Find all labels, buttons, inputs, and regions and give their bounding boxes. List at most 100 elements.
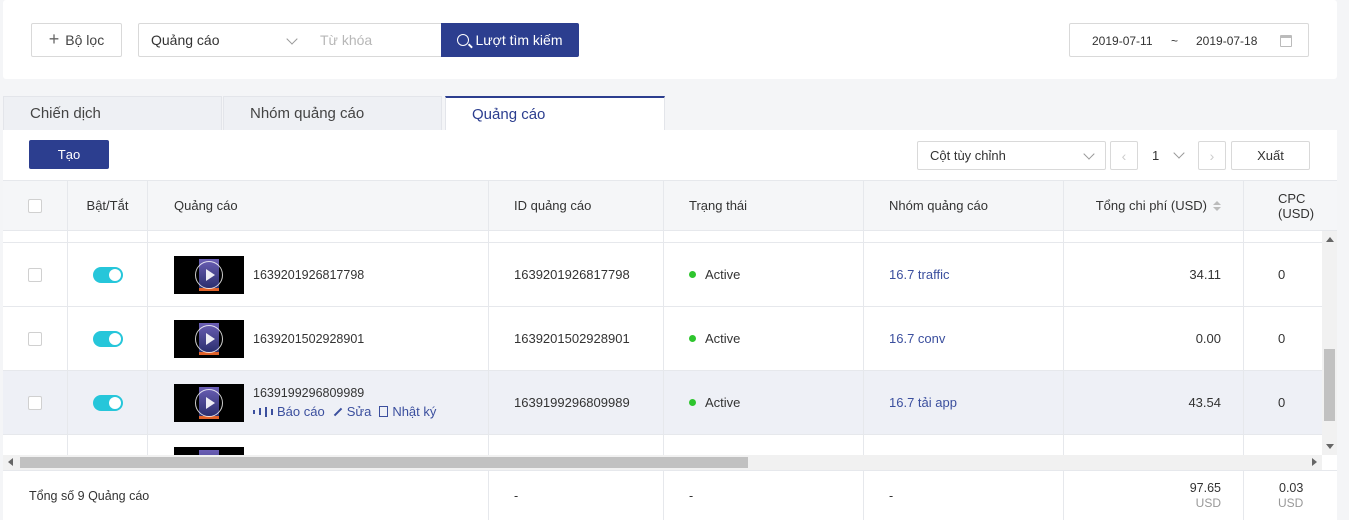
total-cost-sum: 97.65 USD [1189,480,1221,510]
date-end: 2019-07-18 [1196,34,1258,48]
header-status: Trạng thái [664,181,864,230]
date-range-picker[interactable]: 2019-07-11 ~ 2019-07-18 [1069,23,1309,57]
scroll-thumb[interactable] [20,457,748,468]
table-footer: Tổng số 9 Quảng cáo - - - 97.65 USD 0.03… [3,470,1337,520]
next-page-button[interactable]: › [1198,141,1226,170]
chevron-left-icon: ‹ [1121,147,1127,164]
ad-thumbnail[interactable] [174,383,244,422]
table-row[interactable]: 1639199296809989 Báo cáo Sửa Nhật ký 163… [3,371,1322,435]
date-start: 2019-07-11 [1092,34,1153,48]
on-off-toggle[interactable] [92,266,123,283]
scroll-thumb[interactable] [1324,349,1335,421]
header-total-cost[interactable]: Tổng chi phí (USD) [1064,181,1244,230]
status-text: Active [705,267,741,282]
on-off-toggle[interactable] [92,330,123,347]
tab-label: Chiến dịch [30,105,101,122]
ad-group-link[interactable]: 16.7 conv [889,331,945,346]
search-button[interactable]: Lượt tìm kiếm [441,23,579,57]
type-select[interactable]: Quảng cáo [138,23,309,57]
ad-group-link[interactable]: 16.7 traffic [889,267,949,282]
status-text: Active [705,331,741,346]
header-checkbox-cell [3,181,68,230]
chevron-down-icon [1083,148,1095,160]
vertical-scrollbar[interactable] [1322,231,1337,455]
header-ad-id: ID quảng cáo [489,181,664,230]
custom-columns-select[interactable]: Cột tùy chỉnh [917,141,1106,170]
chevron-down-icon [1173,147,1185,159]
calendar-icon [1280,35,1292,47]
table-row[interactable]: 1639201502928901 1639201502928901 Active… [3,307,1322,371]
row-checkbox[interactable] [28,395,42,410]
cpc-sum: 0.03 USD [1278,480,1304,510]
table-row [3,435,1322,455]
ads-panel: Tạo Cột tùy chỉnh ‹ 1 › Xuất Bật/Tắt Quả… [3,130,1337,520]
row-checkbox[interactable] [28,331,42,346]
document-icon [379,406,389,417]
filter-bar: + Bộ lọc Quảng cáo Lượt tìm kiếm 2019-07… [3,0,1337,79]
row-actions: Báo cáo Sửa Nhật ký [253,404,436,419]
sort-icon[interactable] [1213,200,1221,211]
column-header: Bật/Tắt [86,198,129,213]
header-ad: Quảng cáo [148,181,489,230]
scroll-up-icon[interactable] [1326,237,1334,242]
create-button-label: Tạo [57,147,81,162]
ads-table: Bật/Tắt Quảng cáo ID quảng cáo Trạng thá… [3,180,1337,470]
tab-label: Quảng cáo [472,105,546,123]
header-cpc: CPC (USD) [1244,181,1337,230]
scroll-down-icon[interactable] [1326,444,1334,449]
column-header: Trạng thái [689,198,748,213]
tab-ads[interactable]: Quảng cáo [445,96,665,130]
scroll-left-icon[interactable] [8,458,13,466]
total-count-label: Tổng số 9 Quảng cáo [29,488,150,503]
search-icon [457,34,470,46]
export-button[interactable]: Xuất [1231,141,1310,170]
status-dot-icon [689,335,696,342]
ad-thumbnail[interactable] [174,255,244,294]
cpc: 0 [1278,395,1286,410]
log-link[interactable]: Nhật ký [379,404,436,419]
column-header: CPC (USD) [1278,190,1315,221]
pencil-icon [333,407,342,416]
total-cost: 0.00 [1195,331,1221,346]
ad-id: 1639199296809989 [514,395,630,410]
ad-thumbnail[interactable] [174,447,244,455]
keyword-input[interactable] [308,23,442,57]
filter-button[interactable]: + Bộ lọc [31,23,122,57]
total-cost: 34.11 [1189,267,1221,282]
footer-dash: - [889,488,894,503]
ad-info: 1639199296809989 Báo cáo Sửa Nhật ký [253,386,436,419]
tab-ad-groups[interactable]: Nhóm quảng cáo [223,96,442,130]
bar-chart-icon [253,406,273,417]
play-icon [195,260,223,289]
ad-group-link[interactable]: 16.7 tải app [889,395,957,410]
status-dot-icon [689,271,696,278]
page-select[interactable]: 1 [1139,141,1197,170]
select-all-checkbox[interactable] [28,198,42,213]
report-link[interactable]: Báo cáo [253,404,325,419]
filter-button-label: Bộ lọc [65,32,105,48]
custom-columns-value: Cột tùy chỉnh [930,148,1006,163]
scroll-right-icon[interactable] [1312,458,1317,466]
status-dot-icon [689,399,696,406]
tab-campaigns[interactable]: Chiến dịch [3,96,222,130]
horizontal-scrollbar[interactable] [3,455,1322,470]
on-off-toggle[interactable] [92,394,123,411]
ad-name: 1639201926817798 [253,267,365,282]
type-select-value: Quảng cáo [151,32,220,48]
table-header: Bật/Tắt Quảng cáo ID quảng cáo Trạng thá… [3,181,1337,231]
column-header: Tổng chi phí (USD) [1095,198,1207,213]
edit-link[interactable]: Sửa [333,404,371,419]
row-checkbox[interactable] [28,267,42,282]
table-row[interactable]: 1639201926817798 1639201926817798 Active… [3,243,1322,307]
chevron-right-icon: › [1209,147,1215,164]
ad-thumbnail[interactable] [174,319,244,358]
column-header: Nhóm quảng cáo [889,198,989,213]
tab-label: Nhóm quảng cáo [250,105,365,122]
create-button[interactable]: Tạo [29,140,109,169]
play-icon [195,388,223,417]
prev-page-button[interactable]: ‹ [1110,141,1138,170]
total-cost: 43.54 [1188,395,1221,410]
cpc: 0 [1278,331,1286,346]
ad-id: 1639201926817798 [514,267,630,282]
table-row [3,231,1322,243]
